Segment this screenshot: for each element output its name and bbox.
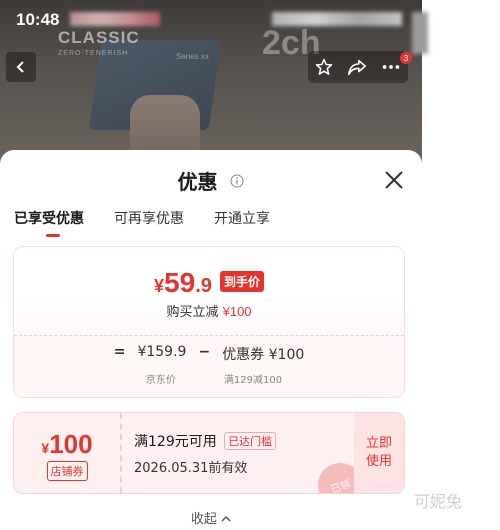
use-now-button[interactable]: 立即 使用 [354, 413, 404, 493]
close-icon[interactable] [382, 168, 406, 192]
sheet-title-text: 优惠 [177, 170, 218, 194]
coupon-rule-label: 满129减100 [223, 375, 283, 386]
coupon-amount-section: ¥100 店铺券 [14, 413, 122, 493]
price-decimal: .9 [195, 275, 212, 297]
brand-text: CLASSIC [58, 28, 140, 47]
discount-sheet: 优惠 已享受优惠 可再享优惠 开通立享 ¥59.9 到手价 购买立减 ¥100 … [0, 150, 422, 530]
top-action-group [308, 51, 408, 83]
watermark: 可妮兔 [414, 492, 463, 511]
back-button[interactable] [6, 52, 36, 82]
price-formula-labels: 京东价 满129减100 [14, 371, 404, 386]
tab-more-available[interactable]: 可再享优惠 [114, 208, 184, 228]
share-icon[interactable] [346, 57, 368, 77]
discount-line: 购买立减 ¥100 [14, 301, 404, 320]
star-icon[interactable] [314, 57, 334, 77]
collapse-label: 收起 [190, 512, 217, 527]
chevron-left-icon [16, 61, 24, 73]
sheet-title: 优惠 [0, 166, 422, 195]
price-integer: 59 [164, 267, 196, 298]
discount-value: ¥100 [222, 304, 252, 319]
info-icon[interactable] [230, 174, 244, 188]
coupon-condition: 满129元可用 [134, 434, 217, 450]
final-price-section: ¥59.9 到手价 购买立减 ¥100 [14, 247, 404, 335]
chevron-up-icon [221, 515, 231, 522]
coupon-details: 满129元可用 已达门槛 2026.05.31前有效 [134, 431, 277, 476]
series-text: Series xx [176, 52, 209, 61]
coupon-expiry: 2026.05.31前有效 [134, 461, 248, 476]
coupon-value: 100 [49, 429, 93, 459]
minus-sign: − [198, 344, 211, 360]
brand-subtext: ZERO-TENERISH [58, 50, 129, 57]
price-formula: = ¥159.9 − 优惠券 ¥100 [14, 344, 404, 364]
use-now-label-2: 使用 [365, 454, 392, 469]
original-price: ¥159.9 [137, 344, 187, 360]
final-price-tag: 到手价 [219, 271, 264, 292]
right-blank-strip [422, 0, 500, 530]
final-price: ¥59.9 到手价 [14, 247, 404, 299]
price-currency: ¥ [154, 276, 165, 296]
tab-enjoyed[interactable]: 已享受优惠 [14, 208, 84, 237]
threshold-reached-tag: 已达门槛 [224, 432, 277, 450]
coupon-deduction: 优惠券 ¥100 [222, 347, 305, 363]
price-summary-card: ¥59.9 到手价 购买立减 ¥100 = ¥159.9 − 优惠券 ¥100 … [13, 246, 405, 398]
discount-label: 购买立减 [166, 305, 219, 320]
coupon-condition-line: 满129元可用 已达门槛 [134, 431, 277, 451]
use-now-label-1: 立即 [365, 436, 392, 451]
more-icon[interactable] [380, 57, 402, 77]
discount-tabs: 已享受优惠 可再享优惠 开通立享 [14, 208, 300, 237]
blurred-status-area [412, 12, 428, 54]
equals-sign: = [113, 344, 126, 360]
coupon-type-badge: 店铺券 [46, 461, 88, 481]
tab-activate[interactable]: 开通立享 [214, 208, 270, 228]
coupon-amount: ¥100 [14, 429, 120, 460]
status-time: 10:48 [16, 10, 60, 29]
original-price-label: 京东价 [145, 375, 176, 386]
notification-badge: 3 [400, 52, 412, 64]
blurred-status-area [70, 12, 160, 26]
store-coupon-card: ¥100 店铺券 满129元可用 已达门槛 2026.05.31前有效 已领 立… [13, 412, 405, 494]
collapse-button[interactable]: 收起 [0, 508, 422, 527]
blurred-status-area [272, 12, 402, 26]
